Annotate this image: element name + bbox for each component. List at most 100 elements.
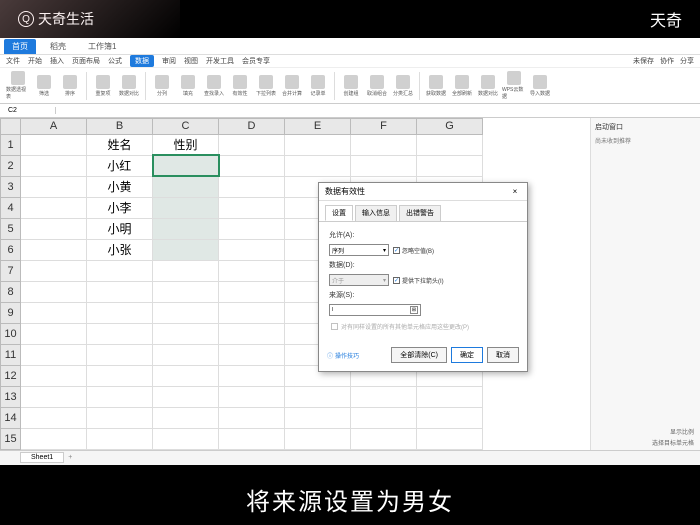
row-9[interactable]: 9 [1, 302, 21, 323]
row-6[interactable]: 6 [1, 239, 21, 260]
menu-file[interactable]: 文件 [6, 56, 20, 66]
ribbon-record[interactable]: 记录单 [306, 71, 330, 101]
row-15[interactable]: 15 [1, 428, 21, 449]
ribbon-compare2[interactable]: 数据对比 [476, 71, 500, 101]
menu-collab[interactable]: 协作 [660, 56, 674, 66]
cell-B3[interactable]: 小黄 [87, 176, 153, 197]
menu-layout[interactable]: 页面布局 [72, 56, 100, 66]
sheet-tab-1[interactable]: Sheet1 [20, 452, 64, 463]
cell-C6[interactable] [153, 239, 219, 260]
cell-C3[interactable] [153, 176, 219, 197]
row-5[interactable]: 5 [1, 218, 21, 239]
brand-right: 天奇 [650, 7, 682, 31]
ribbon-pivot[interactable]: 数据透视表 [6, 71, 30, 101]
ribbon-find[interactable]: 查找录入 [202, 71, 226, 101]
row-14[interactable]: 14 [1, 407, 21, 428]
dropdown-arrow-checkbox[interactable]: ✓提供下拉箭头(I) [393, 276, 444, 285]
ribbon-getdata[interactable]: 获取数据 [424, 71, 448, 101]
ribbon-group[interactable]: 创建组 [339, 71, 363, 101]
ok-button[interactable]: 确定 [451, 347, 483, 363]
ribbon-dup[interactable]: 重复项 [91, 71, 115, 101]
row-13[interactable]: 13 [1, 386, 21, 407]
menu-start[interactable]: 开始 [28, 56, 42, 66]
col-B[interactable]: B [87, 118, 153, 134]
row-7[interactable]: 7 [1, 260, 21, 281]
ribbon-cloud[interactable]: WPS云数据 [502, 71, 526, 101]
apply-all-checkbox[interactable] [331, 323, 338, 330]
ribbon-ungroup[interactable]: 取消组合 [365, 71, 389, 101]
close-icon[interactable]: × [509, 187, 521, 196]
dialog-title: 数据有效性 [325, 186, 365, 197]
allow-select[interactable]: 序列▾ [329, 244, 389, 256]
cell-B5[interactable]: 小明 [87, 218, 153, 239]
row-4[interactable]: 4 [1, 197, 21, 218]
menu-share[interactable]: 分享 [680, 56, 694, 66]
menu-formula[interactable]: 公式 [108, 56, 122, 66]
ribbon-dropdown[interactable]: 下拉列表 [254, 71, 278, 101]
menu-unsaved[interactable]: 未保存 [633, 56, 654, 66]
side-hint: 尚未收到推荐 [595, 136, 696, 145]
clear-all-button[interactable]: 全部清除(C) [391, 347, 447, 363]
dialog-tab-settings[interactable]: 设置 [325, 205, 353, 221]
source-label: 来源(S): [329, 290, 367, 300]
ribbon-validity[interactable]: 有效性 [228, 71, 252, 101]
col-C[interactable]: C [153, 118, 219, 134]
cell-B1[interactable]: 姓名 [87, 134, 153, 155]
tab-home[interactable]: 首页 [4, 39, 36, 54]
cell-C2[interactable] [153, 155, 219, 176]
col-F[interactable]: F [351, 118, 417, 134]
menu-view[interactable]: 视图 [184, 56, 198, 66]
menu-insert[interactable]: 插入 [50, 56, 64, 66]
menu-review[interactable]: 审阅 [162, 56, 176, 66]
ribbon-merge[interactable]: 合并计算 [280, 71, 304, 101]
sheet-tab-bar: Sheet1 + [0, 450, 700, 465]
tab-workbook[interactable]: 工作簿1 [80, 39, 124, 54]
brand-left: Q 天奇生活 [18, 9, 94, 29]
menu-vip[interactable]: 会员专享 [242, 56, 270, 66]
ribbon-fill[interactable]: 填充 [176, 71, 200, 101]
row-1[interactable]: 1 [1, 134, 21, 155]
ribbon-subtotal[interactable]: 分类汇总 [391, 71, 415, 101]
row-12[interactable]: 12 [1, 365, 21, 386]
cell-B4[interactable]: 小李 [87, 197, 153, 218]
ribbon-refresh[interactable]: 全部刷新 [450, 71, 474, 101]
col-D[interactable]: D [219, 118, 285, 134]
row-2[interactable]: 2 [1, 155, 21, 176]
ribbon: 数据透视表 筛选 排序 重复项 数据对比 分列 填充 查找录入 有效性 下拉列表… [0, 68, 700, 104]
ribbon-filter[interactable]: 筛选 [32, 71, 56, 101]
cell-C1[interactable]: 性别 [153, 134, 219, 155]
cell-C4[interactable] [153, 197, 219, 218]
ribbon-import[interactable]: 导入数据 [528, 71, 552, 101]
cell-B6[interactable]: 小张 [87, 239, 153, 260]
range-picker-icon[interactable]: ⊞ [410, 306, 418, 314]
ribbon-split[interactable]: 分列 [150, 71, 174, 101]
col-A[interactable]: A [21, 118, 87, 134]
source-input[interactable]: I ⊞ [329, 304, 421, 316]
menu-bar: 文件 开始 插入 页面布局 公式 数据 审阅 视图 开发工具 会员专享 未保存 … [0, 55, 700, 68]
dialog-tab-error[interactable]: 出错警告 [399, 205, 441, 221]
cell-B2[interactable]: 小红 [87, 155, 153, 176]
dialog-tab-input[interactable]: 输入信息 [355, 205, 397, 221]
menu-data[interactable]: 数据 [130, 55, 154, 67]
video-caption: 将来源设置为男女 [0, 482, 700, 517]
menu-dev[interactable]: 开发工具 [206, 56, 234, 66]
ribbon-sort[interactable]: 排序 [58, 71, 82, 101]
corner-cell[interactable] [1, 118, 21, 134]
ignore-blank-checkbox[interactable]: ✓忽略空值(B) [393, 246, 434, 255]
row-11[interactable]: 11 [1, 344, 21, 365]
col-E[interactable]: E [285, 118, 351, 134]
col-G[interactable]: G [417, 118, 483, 134]
ribbon-compare[interactable]: 数据对比 [117, 71, 141, 101]
tab-daoke[interactable]: 稻壳 [42, 39, 74, 54]
row-3[interactable]: 3 [1, 176, 21, 197]
row-8[interactable]: 8 [1, 281, 21, 302]
help-link[interactable]: ⓘ 操作技巧 [327, 351, 359, 360]
cell-C5[interactable] [153, 218, 219, 239]
video-topbar: Q 天奇生活 天奇 [0, 0, 700, 38]
cancel-button[interactable]: 取消 [487, 347, 519, 363]
add-sheet-icon[interactable]: + [68, 454, 72, 461]
name-box[interactable]: C2 [6, 107, 56, 114]
zoom-hint: 选择目标单元格 [652, 438, 694, 447]
row-10[interactable]: 10 [1, 323, 21, 344]
brand-icon: Q [18, 11, 34, 27]
